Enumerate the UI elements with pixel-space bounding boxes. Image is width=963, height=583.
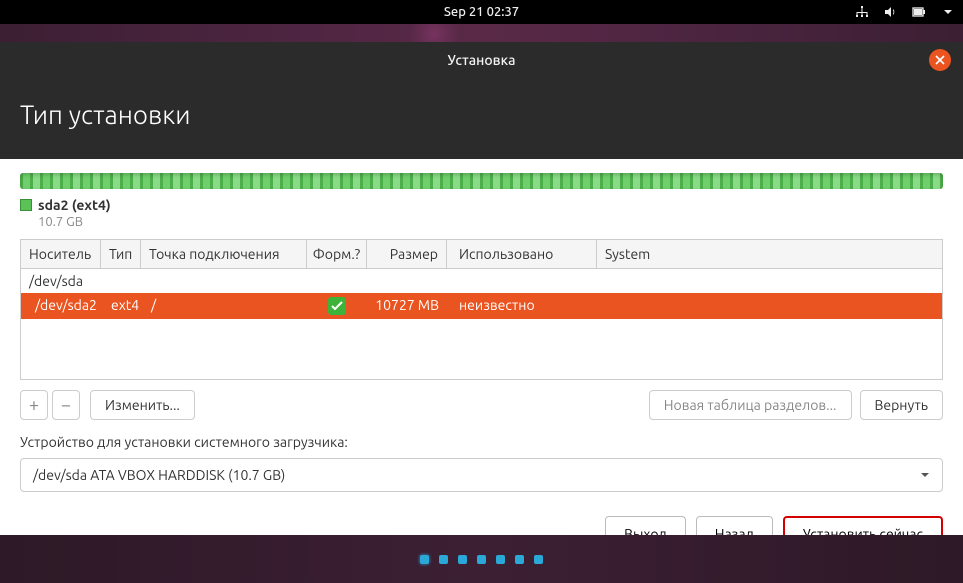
- header-system[interactable]: System: [597, 240, 942, 268]
- partition-table[interactable]: Носитель Тип Точка подключения Форм.? Ра…: [20, 239, 943, 380]
- cell-size: 10727 MB: [367, 293, 447, 319]
- table-header: Носитель Тип Точка подключения Форм.? Ра…: [21, 240, 942, 269]
- new-partition-table-button[interactable]: Новая таблица разделов...: [649, 390, 852, 420]
- table-row[interactable]: /dev/sda2 ext4 / 10727 MB неизвестно: [21, 293, 942, 319]
- chevron-down-icon[interactable]: [943, 7, 953, 17]
- dialog-titlebar: Установка: [0, 42, 963, 78]
- table-actions: + − Изменить... Новая таблица разделов..…: [20, 390, 943, 420]
- progress-dot[interactable]: [477, 555, 486, 564]
- dialog-title: Установка: [448, 52, 516, 68]
- partition-size: 10.7 GB: [38, 215, 943, 229]
- header-size[interactable]: Размер: [367, 240, 447, 268]
- partition-color-swatch: [20, 199, 32, 211]
- topbar-icons: [855, 5, 953, 19]
- checkbox-checked-icon: [328, 297, 346, 315]
- table-empty-area: [21, 319, 942, 379]
- partition-name: sda2 (ext4): [38, 197, 111, 213]
- page-header: Тип установки: [0, 78, 963, 159]
- cell-mount: /: [143, 293, 307, 319]
- bootloader-selected: /dev/sda ATA VBOX HARDDISK (10.7 GB): [33, 467, 285, 483]
- header-type[interactable]: Тип: [101, 240, 141, 268]
- bootloader-label: Устройство для установки системного загр…: [20, 434, 943, 450]
- volume-icon[interactable]: [883, 5, 897, 19]
- wallpaper-strip: [0, 24, 963, 42]
- header-mount[interactable]: Точка подключения: [141, 240, 307, 268]
- progress-dot[interactable]: [534, 555, 543, 564]
- partition-visual-bar[interactable]: [20, 173, 943, 189]
- cell-type: ext4: [103, 293, 143, 319]
- bootloader-device-select[interactable]: /dev/sda ATA VBOX HARDDISK (10.7 GB): [20, 458, 943, 492]
- header-used[interactable]: Использовано: [447, 240, 597, 268]
- close-icon: [935, 55, 945, 65]
- remove-partition-button[interactable]: −: [52, 390, 80, 420]
- revert-button[interactable]: Вернуть: [860, 390, 944, 420]
- chevron-down-icon: [920, 467, 930, 483]
- progress-dot[interactable]: [458, 555, 467, 564]
- progress-dot[interactable]: [420, 555, 429, 564]
- cell-device: /dev/sda2: [21, 293, 103, 319]
- cell-used: неизвестно: [447, 293, 597, 319]
- system-topbar: Sep 21 02:37: [0, 0, 963, 24]
- progress-dot[interactable]: [515, 555, 524, 564]
- partition-label: sda2 (ext4): [20, 197, 943, 213]
- cell-system: [597, 293, 942, 319]
- close-button[interactable]: [929, 49, 951, 71]
- change-partition-button[interactable]: Изменить...: [90, 390, 195, 420]
- table-row[interactable]: /dev/sda: [21, 269, 942, 293]
- clock: Sep 21 02:37: [444, 5, 519, 19]
- page-title: Тип установки: [20, 100, 943, 129]
- progress-dot[interactable]: [439, 555, 448, 564]
- network-icon[interactable]: [855, 5, 869, 19]
- main-content: sda2 (ext4) 10.7 GB Носитель Тип Точка п…: [0, 159, 963, 570]
- add-partition-button[interactable]: +: [20, 390, 48, 420]
- progress-dots: [0, 535, 963, 583]
- cell-device: /dev/sda: [21, 269, 101, 293]
- header-device[interactable]: Носитель: [21, 240, 101, 268]
- cell-format[interactable]: [307, 293, 367, 319]
- progress-dot[interactable]: [496, 555, 505, 564]
- battery-icon[interactable]: [911, 5, 929, 19]
- header-format[interactable]: Форм.?: [307, 240, 367, 268]
- partition-segment-sda2: [20, 173, 943, 189]
